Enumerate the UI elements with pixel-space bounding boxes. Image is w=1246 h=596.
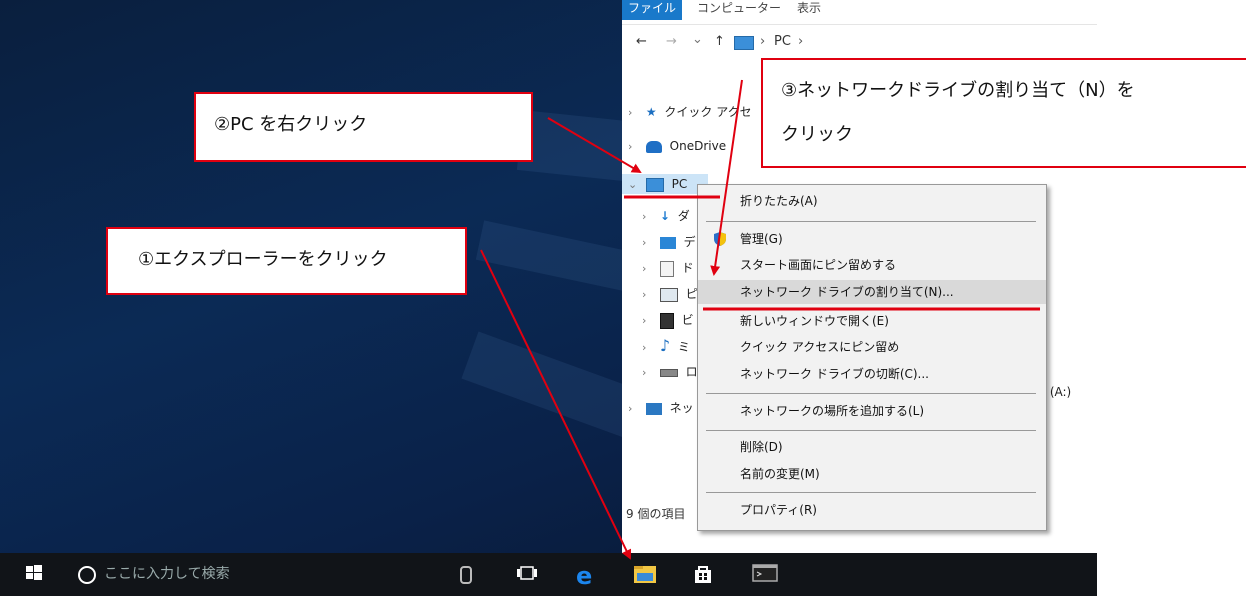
arrow-to-file-explorer (480, 249, 632, 560)
arrow-to-pc (547, 117, 642, 174)
annotation-arrows (480, 79, 1040, 560)
arrow-to-map-network-drive (710, 79, 743, 276)
